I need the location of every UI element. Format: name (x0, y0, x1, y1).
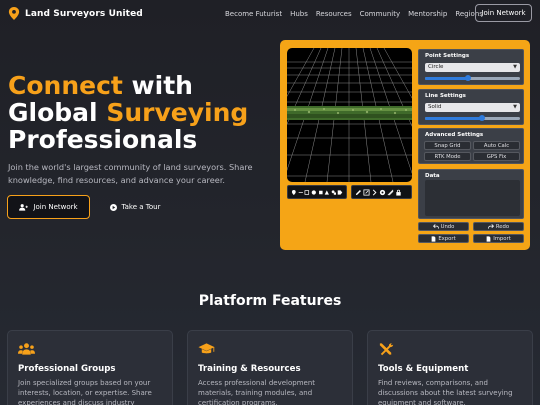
survey-app-preview: Point Settings Circle ▼ Line Settings So… (280, 40, 530, 250)
line-style-value: Solid (428, 104, 442, 110)
line-style-select[interactable]: Solid ▼ (425, 103, 520, 112)
top-navbar: Land Surveyors United Become Futurist Hu… (0, 0, 540, 28)
point-style-select[interactable]: Circle ▼ (425, 63, 520, 72)
map-pin-icon (8, 7, 20, 20)
point-settings-title: Point Settings (425, 53, 470, 59)
measure-tool-icon[interactable] (387, 189, 394, 196)
line-width-thumb[interactable] (479, 115, 485, 121)
undo-icon (432, 224, 439, 229)
feature-card-desc: Join specialized groups based on your in… (18, 379, 152, 405)
feature-card-professional-groups[interactable]: Professional Groups Join specialized gro… (7, 330, 173, 405)
tag-tool-icon[interactable] (337, 189, 343, 196)
hero-title-highlight-1: Connect (8, 71, 123, 100)
line-width-slider[interactable] (425, 115, 520, 121)
undo-button[interactable]: Undo (418, 222, 469, 231)
snap-grid-button[interactable]: Snap Grid (424, 141, 471, 150)
redo-button[interactable]: Redo (473, 222, 524, 231)
import-button[interactable]: Import (473, 234, 524, 243)
feature-card-title: Professional Groups (18, 364, 116, 374)
line-settings-panel: Line Settings Solid ▼ (418, 89, 524, 125)
pencil-tool-icon[interactable] (355, 189, 362, 196)
data-output-area[interactable] (425, 180, 520, 216)
users-icon (18, 343, 35, 355)
draw-toolbar (287, 185, 347, 199)
brand-name: Land Surveyors United (25, 8, 143, 19)
nav-links: Become Futurist Hubs Resources Community… (225, 10, 491, 18)
feature-card-title: Training & Resources (198, 364, 301, 374)
line-settings-title: Line Settings (425, 93, 466, 99)
point-size-thumb[interactable] (465, 75, 471, 81)
edit-tool-icon[interactable] (363, 188, 370, 196)
nav-link-community[interactable]: Community (360, 10, 401, 18)
redo-label: Redo (495, 223, 510, 230)
feature-card-desc: Access professional development material… (198, 379, 316, 405)
brand-logo[interactable]: Land Surveyors United (8, 7, 143, 20)
triangle-tool-icon[interactable] (324, 189, 330, 196)
take-a-tour-button[interactable]: Take a Tour (100, 195, 170, 219)
gear-icon[interactable] (379, 189, 386, 196)
feature-card-desc: Find reviews, comparisons, and discussio… (378, 379, 513, 405)
shapes-tool-icon[interactable] (331, 189, 337, 196)
line-tool-icon[interactable] (298, 189, 304, 196)
chevron-right-icon[interactable] (371, 189, 378, 196)
hero-subtitle: Join the world's largest community of la… (8, 162, 253, 185)
file-export-icon (431, 235, 436, 242)
lock-icon[interactable] (395, 189, 402, 196)
user-plus-icon (19, 203, 29, 211)
hero-title-highlight-2: Surveying (106, 98, 249, 127)
undo-label: Undo (440, 223, 455, 230)
play-circle-icon (109, 203, 117, 211)
join-network-button[interactable]: Join Network (7, 195, 90, 219)
feature-card-title: Tools & Equipment (378, 364, 469, 374)
point-size-slider[interactable] (425, 75, 520, 81)
line-width-fill (425, 117, 482, 120)
hero-title-line1-rest: with (122, 71, 193, 100)
feature-card-training-resources[interactable]: Training & Resources Access professional… (187, 330, 353, 405)
perspective-grid-canvas (287, 48, 412, 182)
file-import-icon (486, 235, 491, 242)
edit-toolbar (351, 185, 412, 199)
chevron-down-icon: ▼ (513, 104, 517, 110)
data-panel: Data (418, 169, 524, 219)
nav-link-resources[interactable]: Resources (316, 10, 352, 18)
square-tool-icon[interactable] (318, 189, 324, 196)
export-button[interactable]: Export (418, 234, 469, 243)
hero-title-line2-pre: Global (8, 98, 107, 127)
advanced-settings-title: Advanced Settings (425, 132, 484, 138)
feature-card-tools-equipment[interactable]: Tools & Equipment Find reviews, comparis… (367, 330, 533, 405)
join-network-label: Join Network (33, 203, 78, 211)
advanced-settings-panel: Advanced Settings Snap Grid Auto Calc RT… (418, 128, 524, 164)
hero-title-line3: Professionals (8, 125, 198, 154)
point-style-value: Circle (428, 64, 444, 70)
auto-calc-button[interactable]: Auto Calc (473, 141, 520, 150)
redo-icon (487, 224, 494, 229)
gps-fix-button[interactable]: GPS Fix (473, 152, 520, 161)
nav-link-hubs[interactable]: Hubs (290, 10, 308, 18)
tools-icon (379, 343, 394, 356)
polygon-tool-icon[interactable] (304, 189, 310, 196)
import-label: Import (493, 235, 511, 242)
nav-link-become-futurist[interactable]: Become Futurist (225, 10, 282, 18)
point-size-fill (425, 77, 468, 80)
circle-tool-icon[interactable] (311, 189, 317, 196)
data-title: Data (425, 173, 440, 179)
take-a-tour-label: Take a Tour (121, 203, 161, 211)
nav-link-mentorship[interactable]: Mentorship (408, 10, 447, 18)
hero-title: Connect with Global Surveying Profession… (8, 72, 248, 153)
graduation-cap-icon (198, 343, 215, 354)
nav-join-button[interactable]: Join Network (475, 4, 532, 22)
rtk-mode-button[interactable]: RTK Mode (424, 152, 471, 161)
features-heading: Platform Features (198, 293, 342, 309)
3d-viewport[interactable] (287, 48, 412, 182)
pin-tool-icon[interactable] (291, 189, 297, 196)
point-settings-panel: Point Settings Circle ▼ (418, 49, 524, 85)
chevron-down-icon: ▼ (513, 64, 517, 70)
export-label: Export (438, 235, 456, 242)
